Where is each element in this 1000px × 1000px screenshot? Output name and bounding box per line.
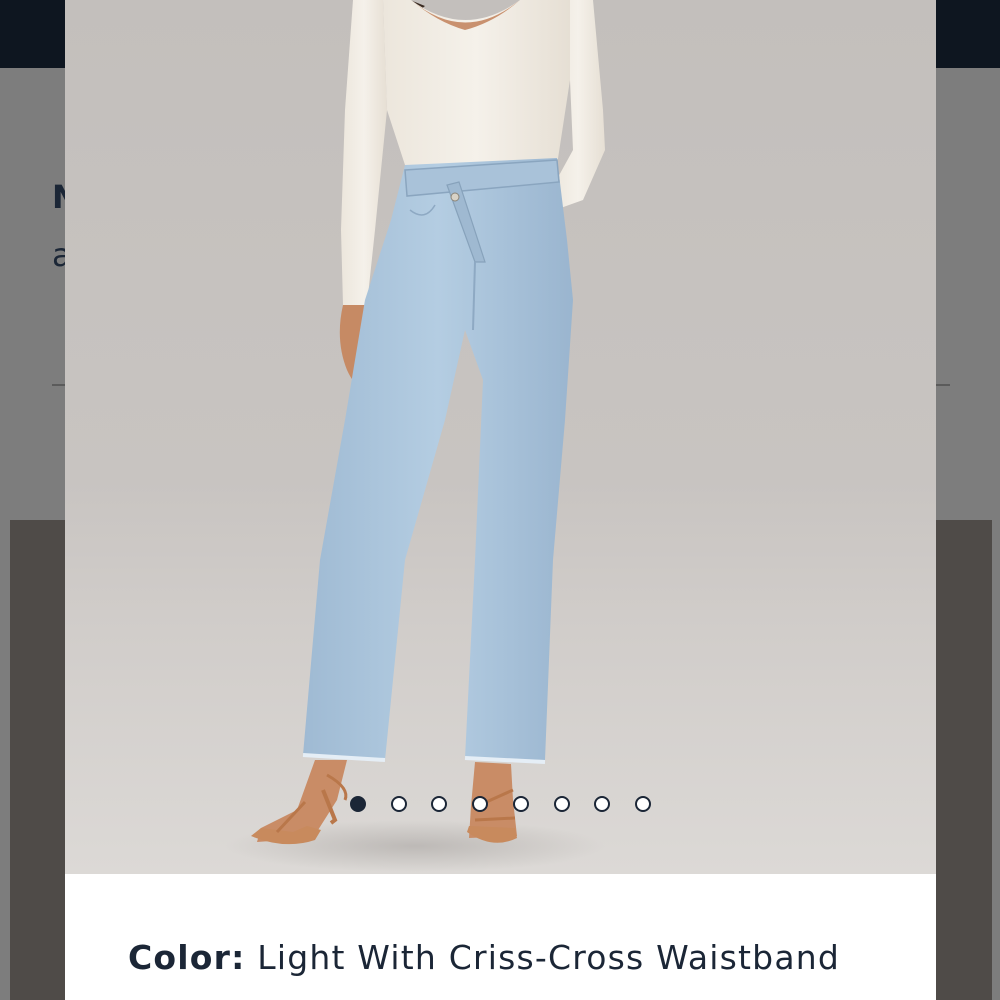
color-value: Light With Criss-Cross Waistband [257, 938, 841, 977]
carousel-dot-7[interactable] [594, 796, 611, 812]
carousel-dot-1[interactable] [350, 796, 366, 812]
carousel-dot-8[interactable] [634, 796, 651, 812]
background-divider [52, 384, 66, 386]
carousel-pagination [65, 796, 936, 818]
carousel-dot-2[interactable] [390, 796, 407, 812]
product-image-gallery[interactable] [65, 0, 936, 874]
product-info-panel: Color: Light With Criss-Cross Waistband [65, 874, 936, 1000]
carousel-dot-3[interactable] [431, 796, 448, 812]
product-image-modal: Color: Light With Criss-Cross Waistband [65, 0, 936, 1000]
background-divider [936, 384, 950, 386]
carousel-dot-5[interactable] [512, 796, 529, 812]
carousel-dot-4[interactable] [472, 796, 489, 812]
product-photo [225, 0, 605, 872]
background-card [936, 520, 992, 1000]
carousel-dot-6[interactable] [553, 796, 570, 812]
color-label: Color: [128, 938, 246, 977]
selected-color: Color: Light With Criss-Cross Waistband [128, 938, 840, 977]
background-card [10, 520, 66, 1000]
